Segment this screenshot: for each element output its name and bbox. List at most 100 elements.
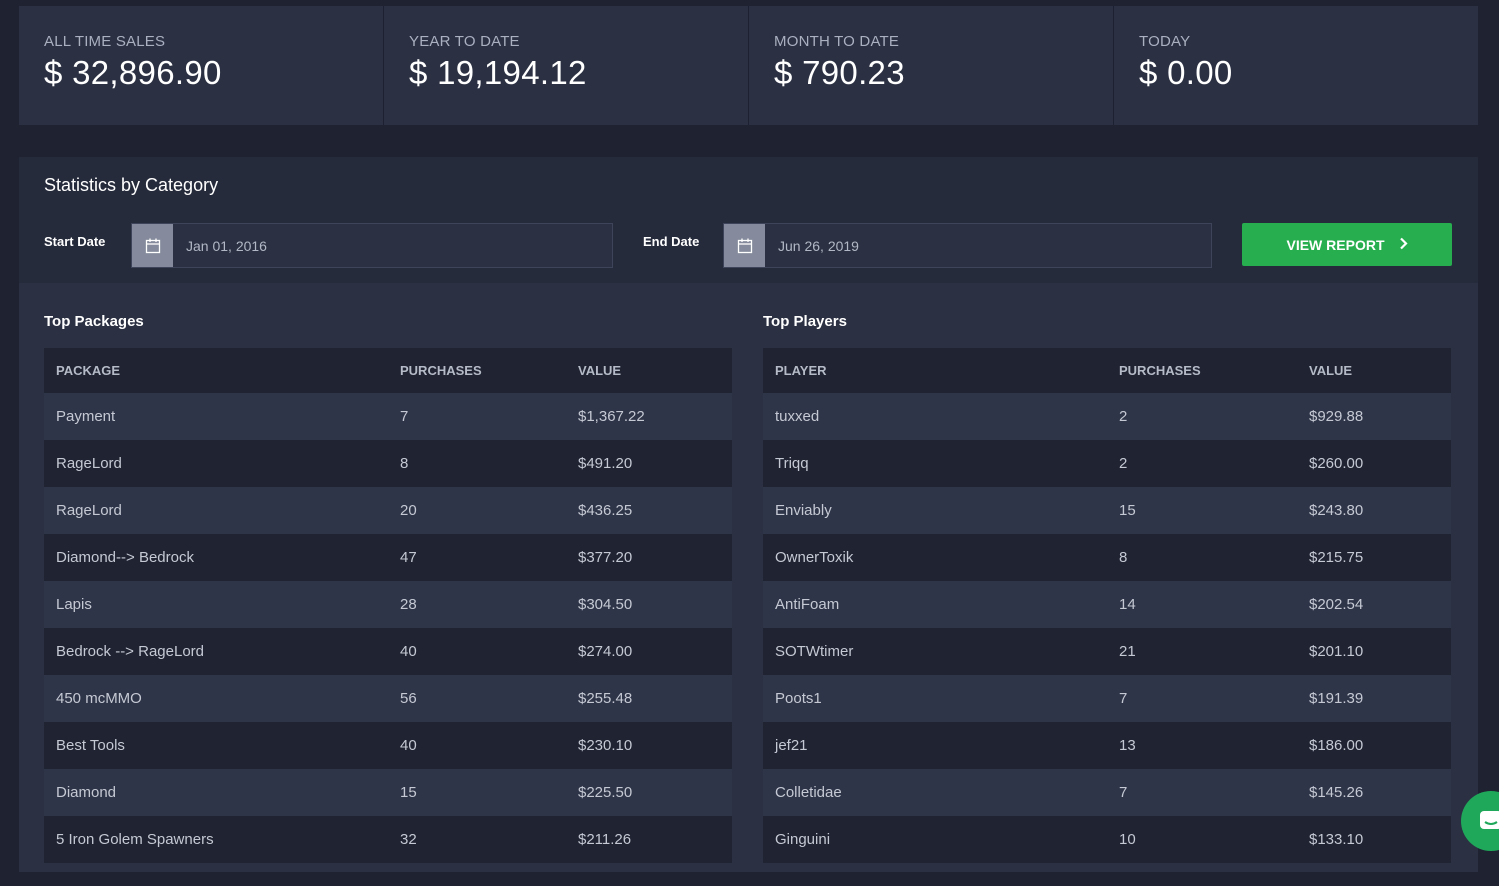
player-row[interactable]: Colletidae 7 $145.26 <box>763 769 1451 816</box>
package-row[interactable]: 450 mcMMO 56 $255.48 <box>44 675 732 722</box>
package-row[interactable]: Lapis 28 $304.50 <box>44 581 732 628</box>
column-header-value[interactable]: VALUE <box>1297 348 1451 393</box>
column-header-value[interactable]: VALUE <box>566 348 732 393</box>
player-name: jef21 <box>763 722 1107 769</box>
value-amount: $260.00 <box>1297 440 1451 487</box>
top-packages-title: Top Packages <box>44 313 144 330</box>
package-name: Lapis <box>44 581 388 628</box>
view-report-button[interactable]: VIEW REPORT <box>1242 223 1452 266</box>
value-amount: $436.25 <box>566 487 732 534</box>
calendar-icon[interactable] <box>132 224 173 267</box>
package-row[interactable]: Diamond--> Bedrock 47 $377.20 <box>44 534 732 581</box>
package-row[interactable]: 5 Iron Golem Spawners 32 $211.26 <box>44 816 732 863</box>
stat-label: MONTH TO DATE <box>774 33 900 50</box>
chevron-right-icon <box>1399 237 1408 253</box>
package-row[interactable]: RageLord 8 $491.20 <box>44 440 732 487</box>
top-players-table: PLAYER PURCHASES VALUE tuxxed 2 $929.88 Tri… <box>763 348 1451 863</box>
statistics-panel: Statistics by Category Start Date End Da… <box>19 157 1478 872</box>
stat-card-year-to-date: YEAR TO DATE $ 19,194.12 <box>384 6 749 125</box>
package-name: Best Tools <box>44 722 388 769</box>
value-amount: $145.26 <box>1297 769 1451 816</box>
value-amount: $211.26 <box>566 816 732 863</box>
start-date-picker[interactable] <box>131 223 613 268</box>
purchases-count: 7 <box>1107 769 1297 816</box>
package-row[interactable]: Payment 7 $1,367.22 <box>44 393 732 440</box>
value-amount: $304.50 <box>566 581 732 628</box>
stat-value: $ 19,194.12 <box>409 54 587 91</box>
panel-title: Statistics by Category <box>44 175 219 195</box>
value-amount: $491.20 <box>566 440 732 487</box>
purchases-count: 8 <box>1107 534 1297 581</box>
package-name: Diamond--> Bedrock <box>44 534 388 581</box>
package-name: Bedrock --> RageLord <box>44 628 388 675</box>
player-row[interactable]: Enviably 15 $243.80 <box>763 487 1451 534</box>
purchases-count: 10 <box>1107 816 1297 863</box>
column-header-purchases[interactable]: PURCHASES <box>388 348 566 393</box>
end-date-input[interactable] <box>765 224 1211 267</box>
player-name: Colletidae <box>763 769 1107 816</box>
top-players-title: Top Players <box>763 313 847 330</box>
start-date-input[interactable] <box>173 224 612 267</box>
package-row[interactable]: Diamond 15 $225.50 <box>44 769 732 816</box>
purchases-count: 40 <box>388 628 566 675</box>
stat-value: $ 790.23 <box>774 54 905 91</box>
player-row[interactable]: SOTWtimer 21 $201.10 <box>763 628 1451 675</box>
value-amount: $377.20 <box>566 534 732 581</box>
purchases-count: 7 <box>388 393 566 440</box>
value-amount: $929.88 <box>1297 393 1451 440</box>
purchases-count: 13 <box>1107 722 1297 769</box>
player-name: tuxxed <box>763 393 1107 440</box>
calendar-icon[interactable] <box>724 224 765 267</box>
stat-card-month-to-date: MONTH TO DATE $ 790.23 <box>749 6 1114 125</box>
value-amount: $230.10 <box>566 722 732 769</box>
purchases-count: 56 <box>388 675 566 722</box>
purchases-count: 7 <box>1107 675 1297 722</box>
value-amount: $1,367.22 <box>566 393 732 440</box>
player-name: Triqq <box>763 440 1107 487</box>
purchases-count: 40 <box>388 722 566 769</box>
purchases-count: 15 <box>388 769 566 816</box>
stat-card-today: TODAY $ 0.00 <box>1114 6 1478 125</box>
package-name: RageLord <box>44 487 388 534</box>
table-header-row: PACKAGE PURCHASES VALUE <box>44 348 732 393</box>
player-row[interactable]: Poots1 7 $191.39 <box>763 675 1451 722</box>
sales-summary: ALL TIME SALES $ 32,896.90 YEAR TO DATE … <box>19 6 1478 125</box>
package-row[interactable]: Best Tools 40 $230.10 <box>44 722 732 769</box>
player-row[interactable]: Triqq 2 $260.00 <box>763 440 1451 487</box>
value-amount: $225.50 <box>566 769 732 816</box>
package-name: 5 Iron Golem Spawners <box>44 816 388 863</box>
value-amount: $243.80 <box>1297 487 1451 534</box>
stat-card-all-time: ALL TIME SALES $ 32,896.90 <box>19 6 384 125</box>
stat-label: YEAR TO DATE <box>409 33 520 50</box>
player-name: AntiFoam <box>763 581 1107 628</box>
purchases-count: 14 <box>1107 581 1297 628</box>
player-row[interactable]: OwnerToxik 8 $215.75 <box>763 534 1451 581</box>
purchases-count: 28 <box>388 581 566 628</box>
player-row[interactable]: AntiFoam 14 $202.54 <box>763 581 1451 628</box>
stat-label: ALL TIME SALES <box>44 33 166 50</box>
panel-header: Statistics by Category Start Date End Da… <box>19 157 1478 283</box>
value-amount: $255.48 <box>566 675 732 722</box>
player-row[interactable]: tuxxed 2 $929.88 <box>763 393 1451 440</box>
stat-value: $ 32,896.90 <box>44 54 222 91</box>
column-header-package[interactable]: PACKAGE <box>44 348 388 393</box>
package-row[interactable]: Bedrock --> RageLord 40 $274.00 <box>44 628 732 675</box>
stat-label: TODAY <box>1139 33 1191 50</box>
table-header-row: PLAYER PURCHASES VALUE <box>763 348 1451 393</box>
purchases-count: 21 <box>1107 628 1297 675</box>
top-packages-table: PACKAGE PURCHASES VALUE Payment 7 $1,367.2… <box>44 348 732 863</box>
start-date-label: Start Date <box>44 234 106 249</box>
top-players-body: tuxxed 2 $929.88 Triqq 2 $260.00 Enviably 15 $24… <box>763 393 1451 863</box>
value-amount: $202.54 <box>1297 581 1451 628</box>
column-header-player[interactable]: PLAYER <box>763 348 1107 393</box>
purchases-count: 2 <box>1107 440 1297 487</box>
end-date-label: End Date <box>643 234 700 249</box>
end-date-picker[interactable] <box>723 223 1212 268</box>
package-row[interactable]: RageLord 20 $436.25 <box>44 487 732 534</box>
column-header-purchases[interactable]: PURCHASES <box>1107 348 1297 393</box>
player-row[interactable]: Ginguini 10 $133.10 <box>763 816 1451 863</box>
package-name: RageLord <box>44 440 388 487</box>
value-amount: $274.00 <box>566 628 732 675</box>
player-row[interactable]: jef21 13 $186.00 <box>763 722 1451 769</box>
player-name: SOTWtimer <box>763 628 1107 675</box>
